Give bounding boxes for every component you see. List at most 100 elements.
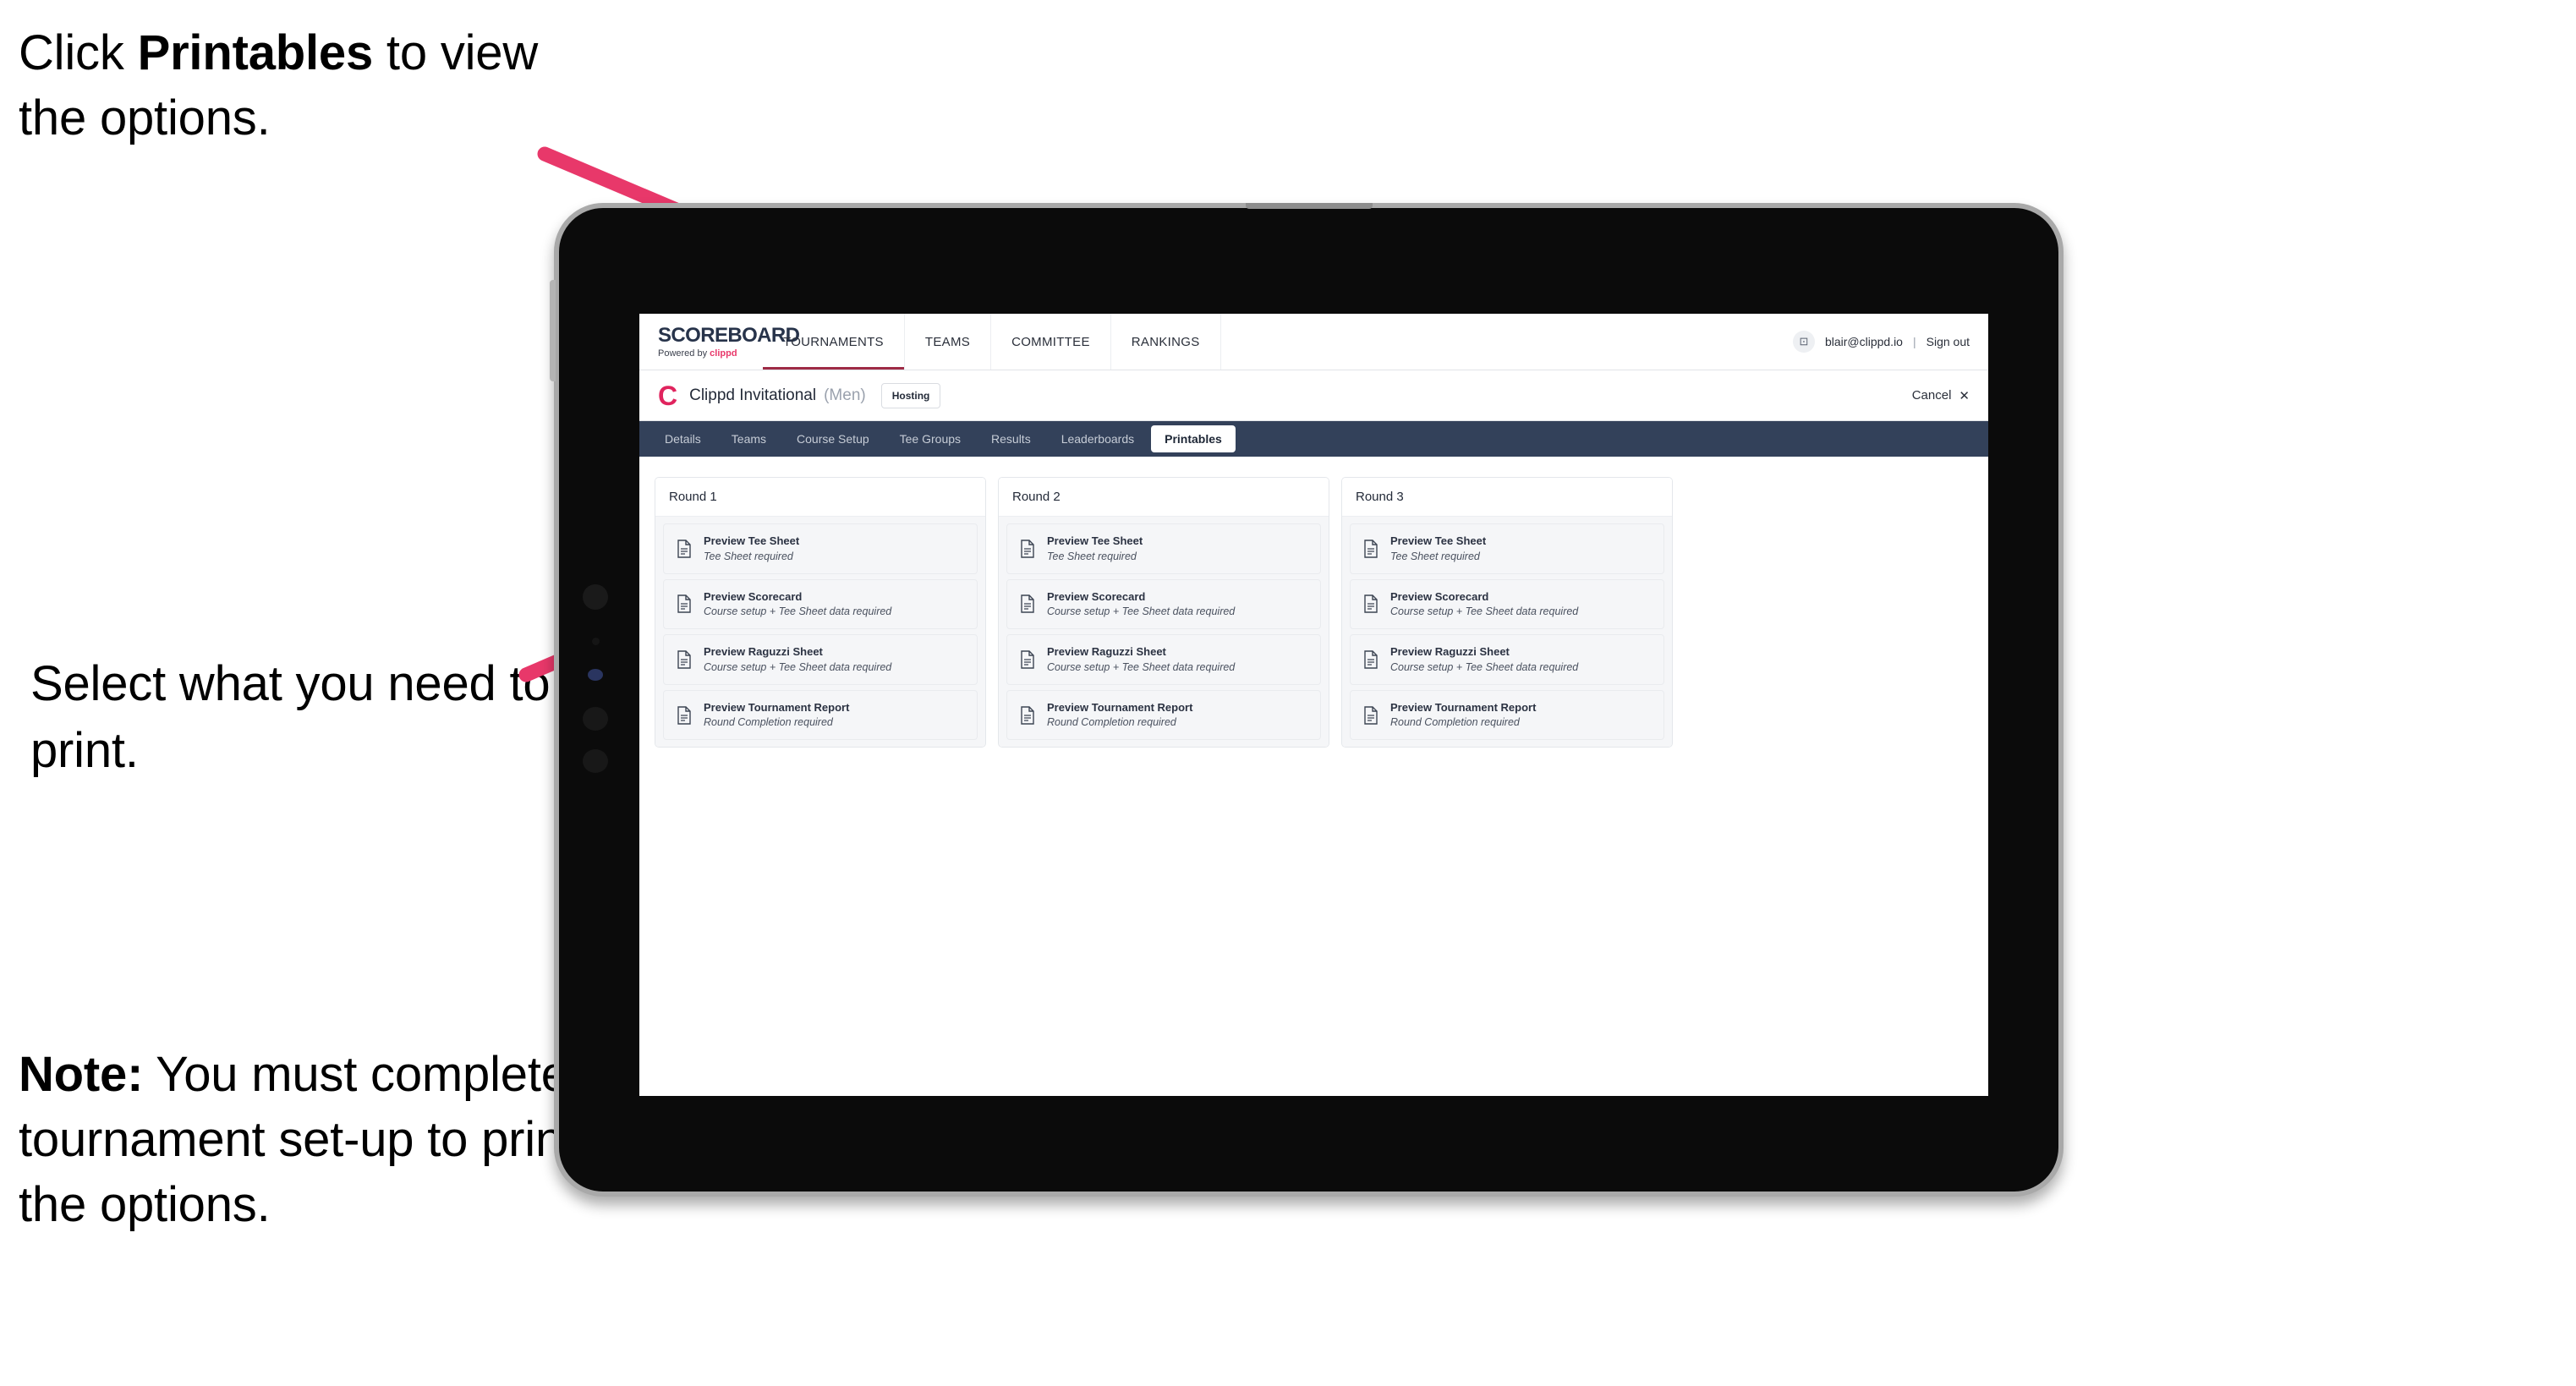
printable-title: Preview Scorecard	[1390, 589, 1489, 603]
printable-title: Preview Tee Sheet	[704, 534, 800, 547]
document-icon	[677, 540, 691, 558]
tablet-device: SCOREBOARD Powered by clippd TOURNAMENTS…	[550, 203, 2064, 1197]
round-card-title: Round 2	[999, 478, 1329, 517]
printable-raguzzi-sheet[interactable]: Preview Raguzzi Sheet Course setup + Tee…	[1350, 634, 1664, 685]
tab-printables-label: Printables	[1165, 432, 1222, 446]
printable-tee-sheet[interactable]: Preview Tee Sheet Tee Sheet required	[1350, 523, 1664, 574]
printable-title: Preview Tournament Report	[704, 700, 850, 714]
printable-title: Preview Tee Sheet	[1390, 534, 1487, 547]
tab-results[interactable]: Results	[978, 425, 1044, 452]
tab-tee-groups[interactable]: Tee Groups	[886, 425, 974, 452]
navbar-item-teams-label: TEAMS	[924, 334, 971, 349]
round-card-items: Preview Tee Sheet Tee Sheet required Pre…	[655, 517, 985, 748]
tab-details-label: Details	[665, 432, 701, 446]
tab-leaderboards[interactable]: Leaderboards	[1048, 425, 1148, 452]
document-icon	[1364, 705, 1378, 725]
printable-title: Preview Scorecard	[1047, 589, 1146, 603]
tab-course-setup-label: Course Setup	[797, 432, 869, 446]
printable-raguzzi-sheet[interactable]: Preview Raguzzi Sheet Course setup + Tee…	[663, 634, 978, 685]
tournament-header: C Clippd Invitational (Men) Hosting Canc…	[639, 370, 1988, 421]
document-icon	[677, 705, 691, 725]
printable-title: Preview Tournament Report	[1390, 700, 1537, 714]
document-icon	[1021, 540, 1034, 558]
instruction-step-2: Select what you need to print.	[30, 656, 551, 778]
tournament-tabbar: Details Teams Course Setup Tee Groups Re…	[639, 421, 1988, 457]
round-card: Round 3 Preview Tee Sheet Tee Sheet requ…	[1341, 477, 1673, 748]
printable-scorecard[interactable]: Preview Scorecard Course setup + Tee She…	[663, 578, 978, 630]
tab-leaderboards-label: Leaderboards	[1061, 432, 1135, 446]
navbar-item-rankings[interactable]: RANKINGS	[1111, 314, 1221, 370]
printable-scorecard[interactable]: Preview Scorecard Course setup + Tee She…	[1006, 578, 1321, 630]
instruction-step-1-bold: Printables	[137, 25, 374, 80]
document-icon	[677, 594, 691, 614]
tab-results-label: Results	[991, 432, 1031, 446]
tab-teams[interactable]: Teams	[718, 425, 780, 452]
sign-out-link[interactable]: Sign out	[1927, 335, 1970, 348]
printable-raguzzi-sheet[interactable]: Preview Raguzzi Sheet Course setup + Tee…	[1006, 634, 1321, 685]
printable-tee-sheet[interactable]: Preview Tee Sheet Tee Sheet required	[1006, 523, 1321, 574]
tournament-name: Clippd Invitational	[689, 386, 817, 404]
tablet-speaker-dot-bottom	[583, 749, 608, 773]
printable-requirement: Course setup + Tee Sheet data required	[704, 660, 892, 673]
printable-requirement: Round Completion required	[1390, 716, 1520, 729]
scoreboard-wordmark: SCOREBOARD	[658, 323, 800, 347]
tab-course-setup[interactable]: Course Setup	[783, 425, 883, 452]
tournament-gender: (Men)	[824, 386, 866, 404]
tablet-power-button[interactable]	[550, 280, 556, 381]
printable-requirement: Round Completion required	[1047, 716, 1176, 729]
user-email: blair@clippd.io	[1824, 335, 1903, 348]
round-card-title: Round 3	[1342, 478, 1672, 517]
printable-tournament-report[interactable]: Preview Tournament Report Round Completi…	[663, 689, 978, 741]
printable-requirement: Tee Sheet required	[1047, 550, 1137, 562]
printable-tee-sheet[interactable]: Preview Tee Sheet Tee Sheet required	[663, 523, 978, 574]
tablet-speaker-dot-top	[583, 707, 608, 731]
printables-panel: Round 1 Preview Tee Sheet Tee Sheet requ…	[639, 457, 1988, 768]
document-icon	[1364, 650, 1378, 669]
printable-tournament-report[interactable]: Preview Tournament Report Round Completi…	[1350, 689, 1664, 741]
printable-title: Preview Tournament Report	[1047, 700, 1193, 714]
tab-tee-groups-label: Tee Groups	[899, 432, 962, 446]
tablet-microphone-dot	[592, 638, 600, 645]
round-card-items: Preview Tee Sheet Tee Sheet required Pre…	[999, 517, 1329, 748]
global-navbar: SCOREBOARD Powered by clippd TOURNAMENTS…	[639, 314, 1988, 370]
printable-requirement: Course setup + Tee Sheet data required	[1390, 605, 1579, 618]
navbar-item-teams[interactable]: TEAMS	[905, 314, 992, 370]
navbar-item-tournaments[interactable]: TOURNAMENTS	[763, 314, 905, 370]
close-icon: ✕	[1959, 388, 1970, 403]
tab-printables[interactable]: Printables	[1151, 425, 1236, 452]
printable-requirement: Tee Sheet required	[1390, 550, 1480, 562]
document-icon	[1364, 540, 1378, 558]
printable-requirement: Course setup + Tee Sheet data required	[1047, 605, 1236, 618]
printable-tournament-report[interactable]: Preview Tournament Report Round Completi…	[1006, 689, 1321, 741]
printable-title: Preview Scorecard	[704, 589, 803, 603]
cancel-button[interactable]: Cancel ✕	[1912, 388, 1970, 403]
round-card: Round 1 Preview Tee Sheet Tee Sheet requ…	[655, 477, 986, 748]
tablet-camera-lens	[583, 584, 608, 610]
navbar-item-committee[interactable]: COMMITTEE	[991, 314, 1111, 370]
powered-by-clippd: Powered by clippd	[658, 348, 763, 359]
navbar-item-tournaments-label: TOURNAMENTS	[783, 334, 884, 349]
tablet-top-camera-strip	[1245, 203, 1373, 209]
tablet-sensor-dot	[588, 669, 603, 681]
printable-title: Preview Raguzzi Sheet	[704, 645, 823, 659]
scoreboard-logo[interactable]: SCOREBOARD Powered by clippd	[639, 314, 800, 370]
navbar-divider: |	[1912, 335, 1916, 348]
cancel-button-label: Cancel	[1911, 388, 1952, 403]
printable-title: Preview Raguzzi Sheet	[1390, 645, 1510, 659]
tab-teams-label: Teams	[731, 432, 767, 446]
printable-requirement: Course setup + Tee Sheet data required	[1390, 660, 1579, 673]
printable-scorecard[interactable]: Preview Scorecard Course setup + Tee She…	[1350, 578, 1664, 630]
status-badge: Hosting	[880, 382, 941, 408]
printable-requirement: Course setup + Tee Sheet data required	[704, 605, 892, 618]
avatar[interactable]: ⊡	[1792, 331, 1815, 353]
navbar-user-area: ⊡ blair@clippd.io | Sign out	[1792, 314, 1988, 370]
document-icon	[1021, 594, 1034, 614]
tab-details[interactable]: Details	[651, 425, 715, 452]
round-card-items: Preview Tee Sheet Tee Sheet required Pre…	[1342, 517, 1672, 748]
printable-requirement: Course setup + Tee Sheet data required	[1047, 660, 1236, 673]
printable-title: Preview Raguzzi Sheet	[1047, 645, 1166, 659]
instruction-step-1: Click Printables to view the options.	[19, 20, 577, 151]
powered-by-prefix: Powered by	[658, 348, 710, 359]
printable-title: Preview Tee Sheet	[1047, 534, 1143, 547]
printable-requirement: Tee Sheet required	[704, 550, 793, 562]
